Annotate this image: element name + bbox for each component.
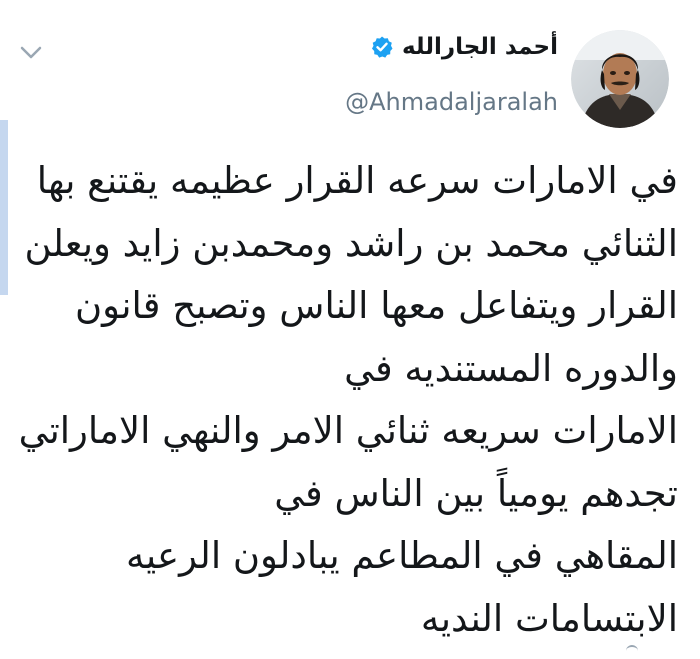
tweet-line: في الامارات سرعه القرار عظيمه يقتنع بها — [36, 159, 678, 202]
avatar[interactable] — [571, 30, 669, 128]
tweet-line: الثنائي محمد بن راشد ومحمدبن زايد ويعلن — [24, 221, 678, 265]
cut-off-glyph — [626, 645, 638, 657]
tweet-line: المقاهي في المطاعم يبادلون الرعيه — [126, 534, 678, 577]
tweet-line: الابتسامات النديه — [420, 596, 678, 640]
tweet-line: والدوره المستنديه في — [344, 346, 678, 390]
tweet-line: القرار ويتفاعل معها الناس وتصبح قانون — [74, 284, 678, 327]
verified-badge-icon — [370, 35, 394, 59]
chevron-down-icon[interactable] — [18, 42, 44, 62]
tweet-text: في الامارات سرعه القرار عظيمه يقتنع بها … — [18, 150, 678, 650]
tweet-line: تجدهم يومياً بين الناس في — [274, 471, 678, 515]
thread-accent-bar — [0, 120, 8, 295]
author-name-row: أحمد الجارالله — [370, 34, 558, 60]
tweet-line: الامارات سريعه ثنائي الامر والنهي الامار… — [18, 409, 678, 452]
author-handle[interactable]: @Ahmadaljaralah — [345, 88, 558, 116]
author-display-name[interactable]: أحمد الجارالله — [402, 34, 558, 60]
